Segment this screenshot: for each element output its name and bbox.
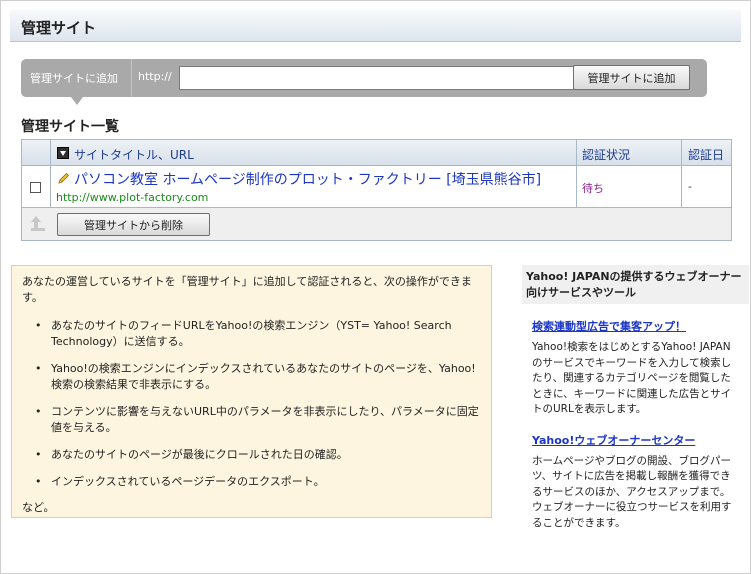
verification-status: 待ち <box>582 182 604 195</box>
info-panel: あなたの運営しているサイトを「管理サイト」に追加して認証されると、次の操作ができ… <box>11 265 492 518</box>
site-url: http://www.plot-factory.com <box>56 191 209 204</box>
header-date-column: 認証日 <box>682 140 733 166</box>
sort-down-icon[interactable] <box>57 147 69 159</box>
row-date-cell: - <box>682 166 733 208</box>
list-item-text: Yahoo!の検索エンジンにインデックスされているあなたのサイトのページを、Ya… <box>51 362 476 391</box>
add-site-bar: 管理サイトに追加 http:// 管理サイトに追加 <box>21 59 707 105</box>
row-site-cell: パソコン教室 ホームページ制作のプロット・ファクトリー [埼玉県熊谷市] htt… <box>52 166 577 208</box>
list-item: • インデックスされているページデータのエクスポート。 <box>35 474 481 490</box>
list-item: • コンテンツに影響を与えないURL中のパラメータを非表示にしたり、パラメータに固… <box>35 404 481 436</box>
webowner-center-description: ホームページやブログの開設、ブログパーツ、サイトに広告を掲載し報酬を獲得できるサ… <box>532 454 732 529</box>
row-status-cell: 待ち <box>577 166 682 208</box>
bullet: • <box>35 319 42 332</box>
page-frame: 管理サイト 管理サイトに追加 http:// 管理サイトに追加 管理サイト一覧 … <box>0 0 751 574</box>
list-item-text: インデックスされているページデータのエクスポート。 <box>51 475 325 488</box>
site-list-title: 管理サイト一覧 <box>21 119 119 135</box>
header-site-column[interactable]: サイトタイトル、URL <box>52 140 577 166</box>
bullet: • <box>35 448 42 461</box>
sidebar-title: Yahoo! JAPANの提供するウェブオーナー向けサービスやツール <box>522 265 749 304</box>
verification-date: - <box>688 180 692 193</box>
list-item: • Yahoo!の検索エンジンにインデックスされているあなたのサイトのページを、Y… <box>35 361 481 393</box>
up-arrow-icon <box>31 216 45 231</box>
list-item-text: コンテンツに影響を与えないURL中のパラメータを非表示にしたり、パラメータに固定… <box>51 405 479 434</box>
url-prefix-label: http:// <box>138 70 172 83</box>
add-site-bar-pointer <box>71 97 83 105</box>
info-list: • あなたのサイトのフィードURLをYahoo!の検索エンジン（YST= Yaho… <box>22 318 481 490</box>
list-item: • あなたのサイトのフィードURLをYahoo!の検索エンジン（YST= Yaho… <box>35 318 481 350</box>
search-ads-description: Yahoo!検索をはじめとするYahoo! JAPANのサービスでキーワードを入… <box>532 341 732 415</box>
list-item-text: あなたのサイトのページが最後にクロールされた日の確認。 <box>51 448 348 461</box>
bullet: • <box>35 475 42 488</box>
status-column-label: 認証状況 <box>582 148 631 162</box>
add-site-divider <box>131 59 132 97</box>
row-checkbox[interactable] <box>30 182 41 193</box>
add-site-button[interactable]: 管理サイトに追加 <box>573 65 690 90</box>
site-name-link[interactable]: パソコン教室 ホームページ制作のプロット・ファクトリー [埼玉県熊谷市] <box>74 169 541 189</box>
header-status-column: 認証状況 <box>577 140 682 166</box>
pencil-icon[interactable] <box>57 172 70 185</box>
site-url-input[interactable] <box>179 66 585 90</box>
table-header: サイトタイトル、URL 認証状況 認証日 <box>22 140 731 166</box>
site-column-label[interactable]: サイトタイトル、URL <box>74 146 194 163</box>
bullet: • <box>35 405 42 418</box>
row-checkbox-cell <box>22 166 51 208</box>
add-site-label: 管理サイトに追加 <box>30 72 118 85</box>
header-checkbox-column <box>22 140 51 166</box>
info-outro: など。 <box>22 501 55 514</box>
bullet: • <box>35 362 42 375</box>
delete-site-button[interactable]: 管理サイトから削除 <box>57 213 210 236</box>
table-actions: 管理サイトから削除 <box>22 208 731 240</box>
search-ads-link[interactable]: 検索連動型広告で集客アップ！ <box>532 318 749 334</box>
list-item: • あなたのサイトのページが最後にクロールされた日の確認。 <box>35 447 481 463</box>
sidebar: Yahoo! JAPANの提供するウェブオーナー向けサービスやツール 検索連動型… <box>522 265 749 531</box>
list-item-text: あなたのサイトのフィードURLをYahoo!の検索エンジン（YST= Yahoo… <box>51 319 452 348</box>
webowner-center-link[interactable]: Yahoo!ウェブオーナーセンター <box>532 432 749 448</box>
page-header: 管理サイト <box>10 10 741 42</box>
info-intro: あなたの運営しているサイトを「管理サイト」に追加して認証されると、次の操作ができ… <box>22 275 472 304</box>
date-column-label: 認証日 <box>688 148 725 162</box>
site-table: サイトタイトル、URL 認証状況 認証日 パソコン教室 ホームページ制作のプロッ… <box>21 139 732 241</box>
table-row: パソコン教室 ホームページ制作のプロット・ファクトリー [埼玉県熊谷市] htt… <box>22 166 731 208</box>
page-title: 管理サイト <box>21 19 97 37</box>
